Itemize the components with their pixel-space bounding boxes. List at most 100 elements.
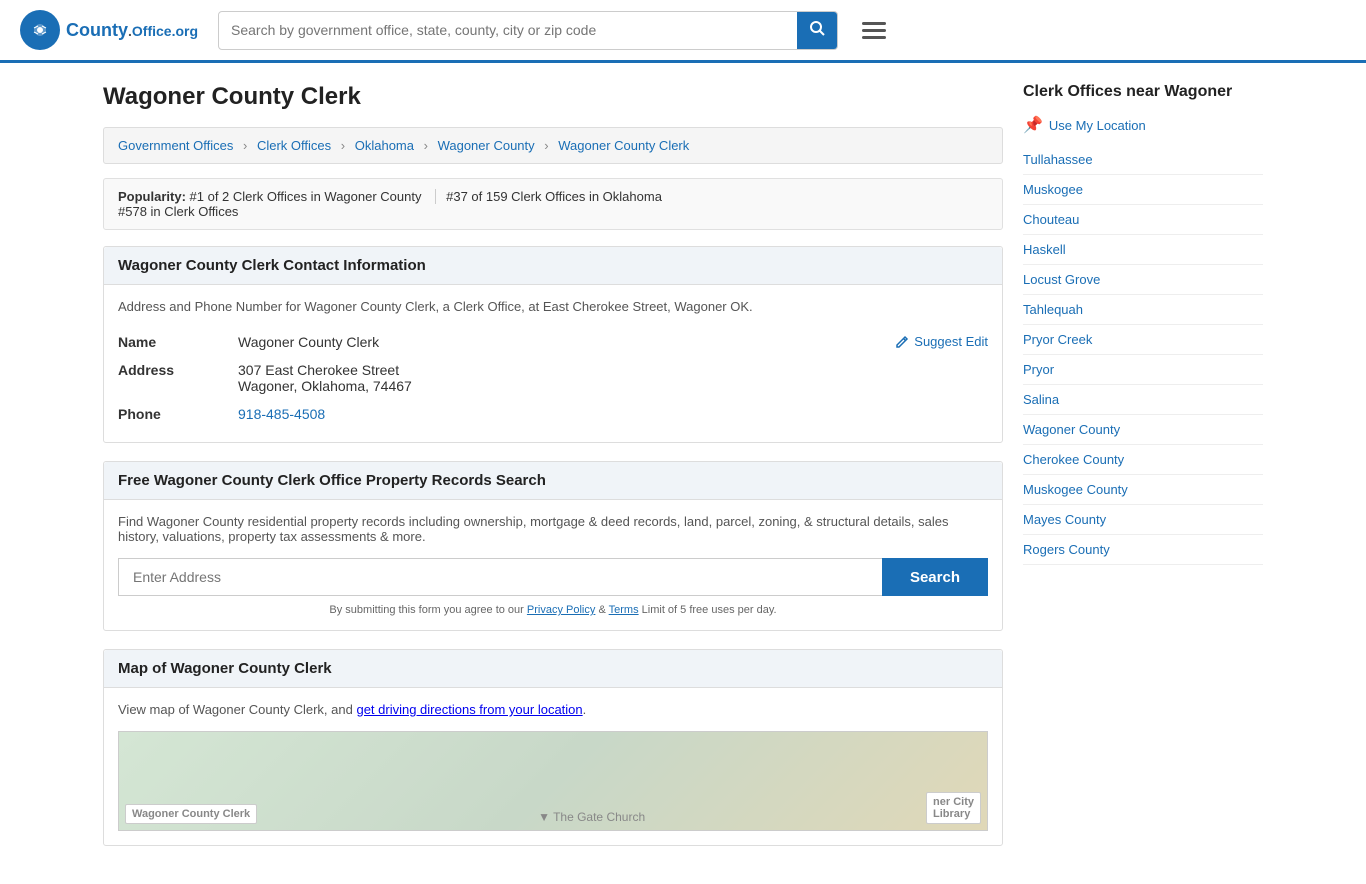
map-inner: Wagoner County Clerk ▼ The Gate Church n… [119, 732, 987, 830]
sidebar-link-haskell[interactable]: Haskell [1023, 235, 1263, 264]
contact-phone-row: Phone 918-485-4508 [118, 400, 988, 428]
sidebar-title: Clerk Offices near Wagoner [1023, 83, 1263, 101]
suggest-edit-button[interactable]: Suggest Edit [895, 334, 988, 349]
sidebar-list-item: Rogers County [1023, 535, 1263, 565]
breadcrumb-sep-4: › [544, 138, 548, 153]
map-label-library: ner CityLibrary [926, 792, 981, 824]
sidebar-link-wagoner-county[interactable]: Wagoner County [1023, 415, 1263, 444]
contact-section-body: Address and Phone Number for Wagoner Cou… [104, 285, 1002, 442]
sidebar-list-item: Muskogee [1023, 175, 1263, 205]
contact-address-value: 307 East Cherokee Street Wagoner, Oklaho… [238, 356, 988, 400]
main-wrapper: Wagoner County Clerk Government Offices … [83, 63, 1283, 884]
breadcrumb-link-gov[interactable]: Government Offices [118, 138, 233, 153]
property-search-header: Free Wagoner County Clerk Office Propert… [104, 462, 1002, 500]
hamburger-menu-button[interactable] [858, 18, 890, 43]
breadcrumb-sep-2: › [341, 138, 345, 153]
logo[interactable]: County.Office.org [20, 10, 198, 50]
breadcrumb-sep-3: › [424, 138, 428, 153]
contact-address-row: Address 307 East Cherokee Street Wagoner… [118, 356, 988, 400]
sidebar-list-item: Pryor [1023, 355, 1263, 385]
sidebar-link-salina[interactable]: Salina [1023, 385, 1263, 414]
sidebar-link-tahlequah[interactable]: Tahlequah [1023, 295, 1263, 324]
map-church-marker: ▼ The Gate Church [538, 810, 645, 824]
suggest-edit-icon [895, 335, 909, 349]
contact-table: Name Wagoner County Clerk Suggest Edit [118, 328, 988, 428]
hamburger-line-1 [862, 22, 886, 25]
sidebar-link-chouteau[interactable]: Chouteau [1023, 205, 1263, 234]
address-input[interactable] [118, 558, 882, 596]
sidebar-link-pryor[interactable]: Pryor [1023, 355, 1263, 384]
logo-text: County.Office.org [66, 20, 198, 41]
sidebar-link-muskogee-county[interactable]: Muskogee County [1023, 475, 1263, 504]
contact-section: Wagoner County Clerk Contact Information… [103, 246, 1003, 443]
sidebar-link-mayes-county[interactable]: Mayes County [1023, 505, 1263, 534]
contact-name-row: Name Wagoner County Clerk Suggest Edit [118, 328, 988, 356]
global-search-bar [218, 11, 838, 50]
sidebar-links-list: TullahasseeMuskogeeChouteauHaskellLocust… [1023, 145, 1263, 565]
hamburger-line-3 [862, 36, 886, 39]
sidebar-link-cherokee-county[interactable]: Cherokee County [1023, 445, 1263, 474]
map-section-body: View map of Wagoner County Clerk, and ge… [104, 688, 1002, 845]
sidebar: Clerk Offices near Wagoner 📌 Use My Loca… [1023, 83, 1263, 864]
sidebar-list-item: Muskogee County [1023, 475, 1263, 505]
sidebar-list-item: Locust Grove [1023, 265, 1263, 295]
logo-icon [20, 10, 60, 50]
hamburger-line-2 [862, 29, 886, 32]
popularity-rank1: #1 of 2 Clerk Offices in Wagoner County [190, 189, 422, 204]
property-search-body: Find Wagoner County residential property… [104, 500, 1002, 630]
content-area: Wagoner County Clerk Government Offices … [103, 83, 1003, 864]
use-my-location-link[interactable]: 📌 Use My Location [1023, 115, 1263, 135]
map-label-clerk: Wagoner County Clerk [125, 804, 257, 824]
sidebar-list-item: Cherokee County [1023, 445, 1263, 475]
location-pin-icon: 📌 [1023, 115, 1043, 135]
popularity-rank3: #578 in Clerk Offices [118, 204, 238, 219]
terms-link[interactable]: Terms [609, 604, 639, 616]
map-desc: View map of Wagoner County Clerk, and ge… [118, 702, 988, 717]
page-title: Wagoner County Clerk [103, 83, 1003, 111]
driving-directions-link[interactable]: get driving directions from your locatio… [356, 702, 582, 717]
breadcrumb: Government Offices › Clerk Offices › Okl… [103, 127, 1003, 164]
contact-address-label: Address [118, 356, 238, 400]
property-search-desc: Find Wagoner County residential property… [118, 514, 988, 544]
privacy-policy-link[interactable]: Privacy Policy [527, 604, 595, 616]
sidebar-list-item: Salina [1023, 385, 1263, 415]
sidebar-list-item: Wagoner County [1023, 415, 1263, 445]
breadcrumb-sep-1: › [243, 138, 247, 153]
property-search-button[interactable]: Search [882, 558, 988, 596]
popularity-bar: Popularity: #1 of 2 Clerk Offices in Wag… [103, 178, 1003, 230]
sidebar-link-muskogee[interactable]: Muskogee [1023, 175, 1263, 204]
popularity-label: Popularity: [118, 189, 186, 204]
sidebar-link-pryor-creek[interactable]: Pryor Creek [1023, 325, 1263, 354]
global-search-input[interactable] [219, 14, 797, 46]
contact-section-header: Wagoner County Clerk Contact Information [104, 247, 1002, 285]
contact-name-label: Name [118, 328, 238, 356]
breadcrumb-link-wagoner-clerk[interactable]: Wagoner County Clerk [558, 138, 689, 153]
sidebar-list-item: Chouteau [1023, 205, 1263, 235]
map-label-church: ▼ The Gate Church [538, 810, 645, 824]
sidebar-list-item: Haskell [1023, 235, 1263, 265]
contact-phone-value: 918-485-4508 [238, 400, 988, 428]
sidebar-list-item: Tahlequah [1023, 295, 1263, 325]
global-search-button[interactable] [797, 12, 837, 49]
property-search-section: Free Wagoner County Clerk Office Propert… [103, 461, 1003, 631]
contact-phone-link[interactable]: 918-485-4508 [238, 406, 325, 422]
map-placeholder: Wagoner County Clerk ▼ The Gate Church n… [118, 731, 988, 831]
popularity-rank2: #37 of 159 Clerk Offices in Oklahoma [435, 189, 662, 204]
contact-name-value: Wagoner County Clerk Suggest Edit [238, 328, 988, 356]
sidebar-link-locust-grove[interactable]: Locust Grove [1023, 265, 1263, 294]
breadcrumb-link-ok[interactable]: Oklahoma [355, 138, 414, 153]
breadcrumb-link-wagoner-county[interactable]: Wagoner County [438, 138, 535, 153]
header: County.Office.org [0, 0, 1366, 63]
contact-section-desc: Address and Phone Number for Wagoner Cou… [118, 299, 988, 314]
map-section: Map of Wagoner County Clerk View map of … [103, 649, 1003, 846]
sidebar-list-item: Tullahassee [1023, 145, 1263, 175]
sidebar-list-item: Pryor Creek [1023, 325, 1263, 355]
address-search-row: Search [118, 558, 988, 596]
sidebar-link-rogers-county[interactable]: Rogers County [1023, 535, 1263, 564]
sidebar-list-item: Mayes County [1023, 505, 1263, 535]
contact-phone-label: Phone [118, 400, 238, 428]
sidebar-link-tullahassee[interactable]: Tullahassee [1023, 145, 1263, 174]
breadcrumb-link-clerk[interactable]: Clerk Offices [257, 138, 331, 153]
form-disclaimer: By submitting this form you agree to our… [118, 604, 988, 616]
use-location-label: Use My Location [1049, 118, 1146, 133]
